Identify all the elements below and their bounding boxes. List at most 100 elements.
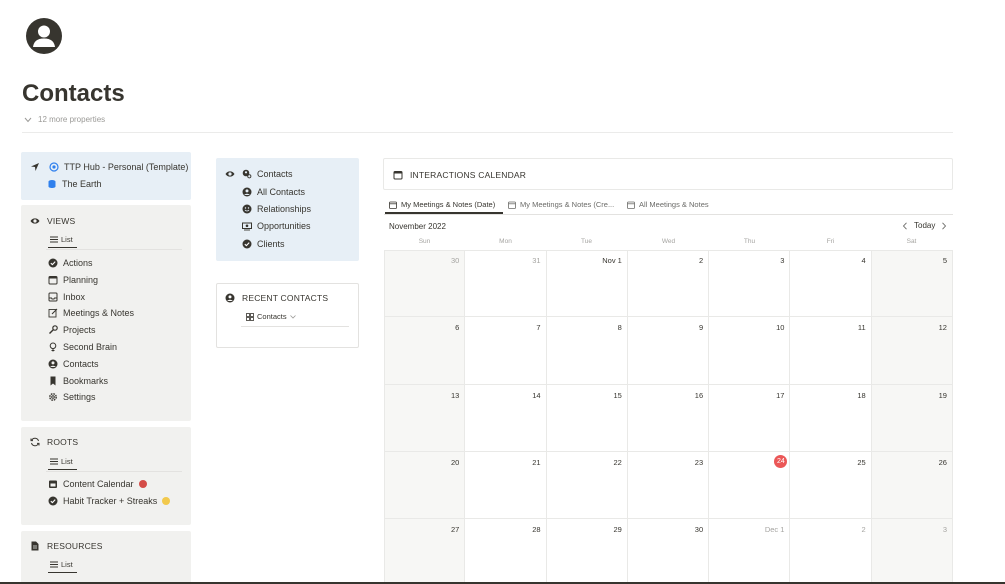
calendar-day-cell[interactable]: 14 [465, 384, 547, 452]
hub-link[interactable]: TTP Hub - Personal (Template) [30, 162, 188, 172]
calendar-day-cell[interactable]: 18 [790, 384, 872, 452]
calendar-icon [627, 201, 635, 209]
day-number: Dec 1 [764, 525, 785, 535]
contacts-nav-all-contacts[interactable]: All Contacts [242, 187, 305, 197]
views-item-label: Inbox [63, 292, 86, 302]
calendar-day-cell[interactable]: 17 [709, 384, 791, 452]
weekday-label: Sat [906, 238, 917, 245]
views-item-label: Meetings & Notes [63, 308, 135, 318]
calendar-day-cell[interactable]: 21 [465, 451, 547, 520]
gear-icon [48, 392, 58, 402]
day-number: 6 [455, 323, 460, 333]
calendar-day-cell[interactable]: 7 [465, 317, 547, 385]
resources-header-label: RESOURCES [47, 541, 103, 551]
calendar-tab-label: My Meetings & Notes (Cre... [520, 200, 615, 209]
calendar-icon [48, 275, 58, 285]
calendar-day-cell[interactable]: 24 [709, 451, 791, 520]
calendar-day-cell[interactable]: 23 [627, 451, 710, 520]
divider [241, 326, 349, 327]
calendar-day-cell[interactable]: 2 [790, 519, 872, 584]
calendar-day-cell[interactable]: 28 [465, 519, 547, 584]
calendar-day-cell[interactable]: 22 [546, 451, 628, 520]
calendar-day-cell[interactable]: 20 [384, 451, 466, 520]
views-item-settings[interactable]: Settings [48, 392, 96, 402]
calendar-tab-meetings-date[interactable]: My Meetings & Notes (Date) [389, 200, 495, 209]
today-button[interactable]: Today [914, 221, 935, 230]
calendar-day-cell[interactable]: 9 [627, 317, 710, 385]
contacts-nav-opportunities[interactable]: Opportunities [242, 221, 311, 231]
brain-icon [48, 342, 58, 352]
views-item-inbox[interactable]: Inbox [48, 292, 85, 302]
calendar-day-cell[interactable]: 3 [871, 519, 953, 584]
calendar-day-cell[interactable]: 30 [384, 250, 466, 318]
divider [22, 132, 953, 133]
day-number: 25 [857, 457, 866, 467]
day-number: 26 [938, 457, 947, 467]
more-properties-toggle[interactable]: 12 more properties [24, 115, 105, 124]
smiley-icon [242, 204, 252, 214]
calendar-day-cell[interactable]: 15 [546, 384, 628, 452]
calendar-day-cell[interactable]: 4 [790, 250, 872, 318]
calendar-day-cell[interactable]: 10 [709, 317, 791, 385]
calendar-day-cell[interactable]: 8 [546, 317, 628, 385]
roots-list-tab[interactable]: List [48, 457, 77, 470]
day-number: 2 [698, 256, 704, 265]
calendar-day-cell[interactable]: 30 [628, 519, 710, 584]
calendar-day-cell[interactable]: 2 [627, 250, 710, 318]
calendar-day-cell[interactable]: Dec 1 [709, 519, 791, 584]
weekday-label: Mon [499, 238, 512, 245]
chevron-right-icon[interactable] [941, 221, 947, 230]
calendar-day-cell[interactable]: 31 [465, 250, 547, 318]
views-item-meetings-notes[interactable]: Meetings & Notes [48, 308, 134, 318]
calendar-tab-all-meetings[interactable]: All Meetings & Notes [627, 200, 709, 209]
views-item-second-brain[interactable]: Second Brain [48, 342, 117, 352]
avatar[interactable] [26, 18, 62, 54]
day-number: 3 [942, 525, 947, 535]
chevron-left-icon[interactable] [902, 221, 908, 230]
calendar-day-cell[interactable]: 19 [871, 384, 953, 452]
contacts-search-icon [242, 169, 252, 179]
contacts-nav-relationships[interactable]: Relationships [242, 204, 311, 214]
day-number: 15 [613, 390, 622, 400]
roots-item-habit-tracker[interactable]: Habit Tracker + Streaks [48, 496, 171, 506]
views-item-label: Settings [63, 392, 96, 402]
roots-item-content-calendar[interactable]: Content Calendar [48, 479, 147, 489]
calendar-day-cell[interactable]: 3 [709, 250, 791, 318]
divider [384, 214, 953, 215]
day-number: 30 [694, 525, 704, 535]
views-item-planning[interactable]: Planning [48, 275, 98, 285]
calendar-day-cell[interactable]: Nov 1 [546, 250, 628, 318]
calendar-day-cell[interactable]: 5 [871, 250, 953, 318]
views-item-bookmarks[interactable]: Bookmarks [48, 376, 108, 386]
views-item-contacts[interactable]: Contacts [48, 359, 99, 369]
month-label: November 2022 [389, 222, 446, 231]
calendar-day-cell[interactable]: 29 [547, 519, 628, 584]
views-item-projects[interactable]: Projects [48, 325, 96, 335]
contacts-nav-title[interactable]: Contacts [225, 169, 293, 179]
calendar-day-cell[interactable]: 6 [384, 317, 466, 385]
calendar-tab-meetings-created[interactable]: My Meetings & Notes (Cre... [508, 200, 614, 209]
calendar-day-cell[interactable]: 26 [871, 451, 953, 520]
calendar-day-cell[interactable]: 13 [384, 384, 466, 452]
more-properties-label: 12 more properties [38, 115, 106, 124]
contacts-nav-item-label: Opportunities [257, 221, 311, 231]
calendar-icon [389, 201, 397, 209]
list-icon [50, 561, 58, 568]
calendar-day-cell[interactable]: 11 [790, 317, 872, 385]
resources-list-tab[interactable]: List [48, 560, 77, 573]
views-list-tab[interactable]: List [48, 235, 77, 248]
calendar-day-cell[interactable]: 25 [790, 451, 872, 520]
calendar-day-cell[interactable]: 16 [627, 384, 710, 452]
views-header-label: VIEWS [47, 216, 76, 226]
wrench-icon [48, 325, 58, 335]
day-number: 5 [942, 256, 947, 265]
views-item-actions[interactable]: Actions [48, 258, 93, 268]
contacts-nav-clients[interactable]: Clients [242, 239, 285, 249]
calendar-nav: Today [902, 221, 947, 230]
day-number: 18 [857, 390, 866, 400]
earth-link[interactable]: The Earth [47, 179, 102, 189]
calendar-day-cell[interactable]: 12 [871, 317, 953, 385]
edit-note-icon [48, 308, 58, 318]
recent-contacts-view-select[interactable]: Contacts [246, 312, 296, 321]
calendar-day-cell[interactable]: 27 [384, 519, 466, 584]
